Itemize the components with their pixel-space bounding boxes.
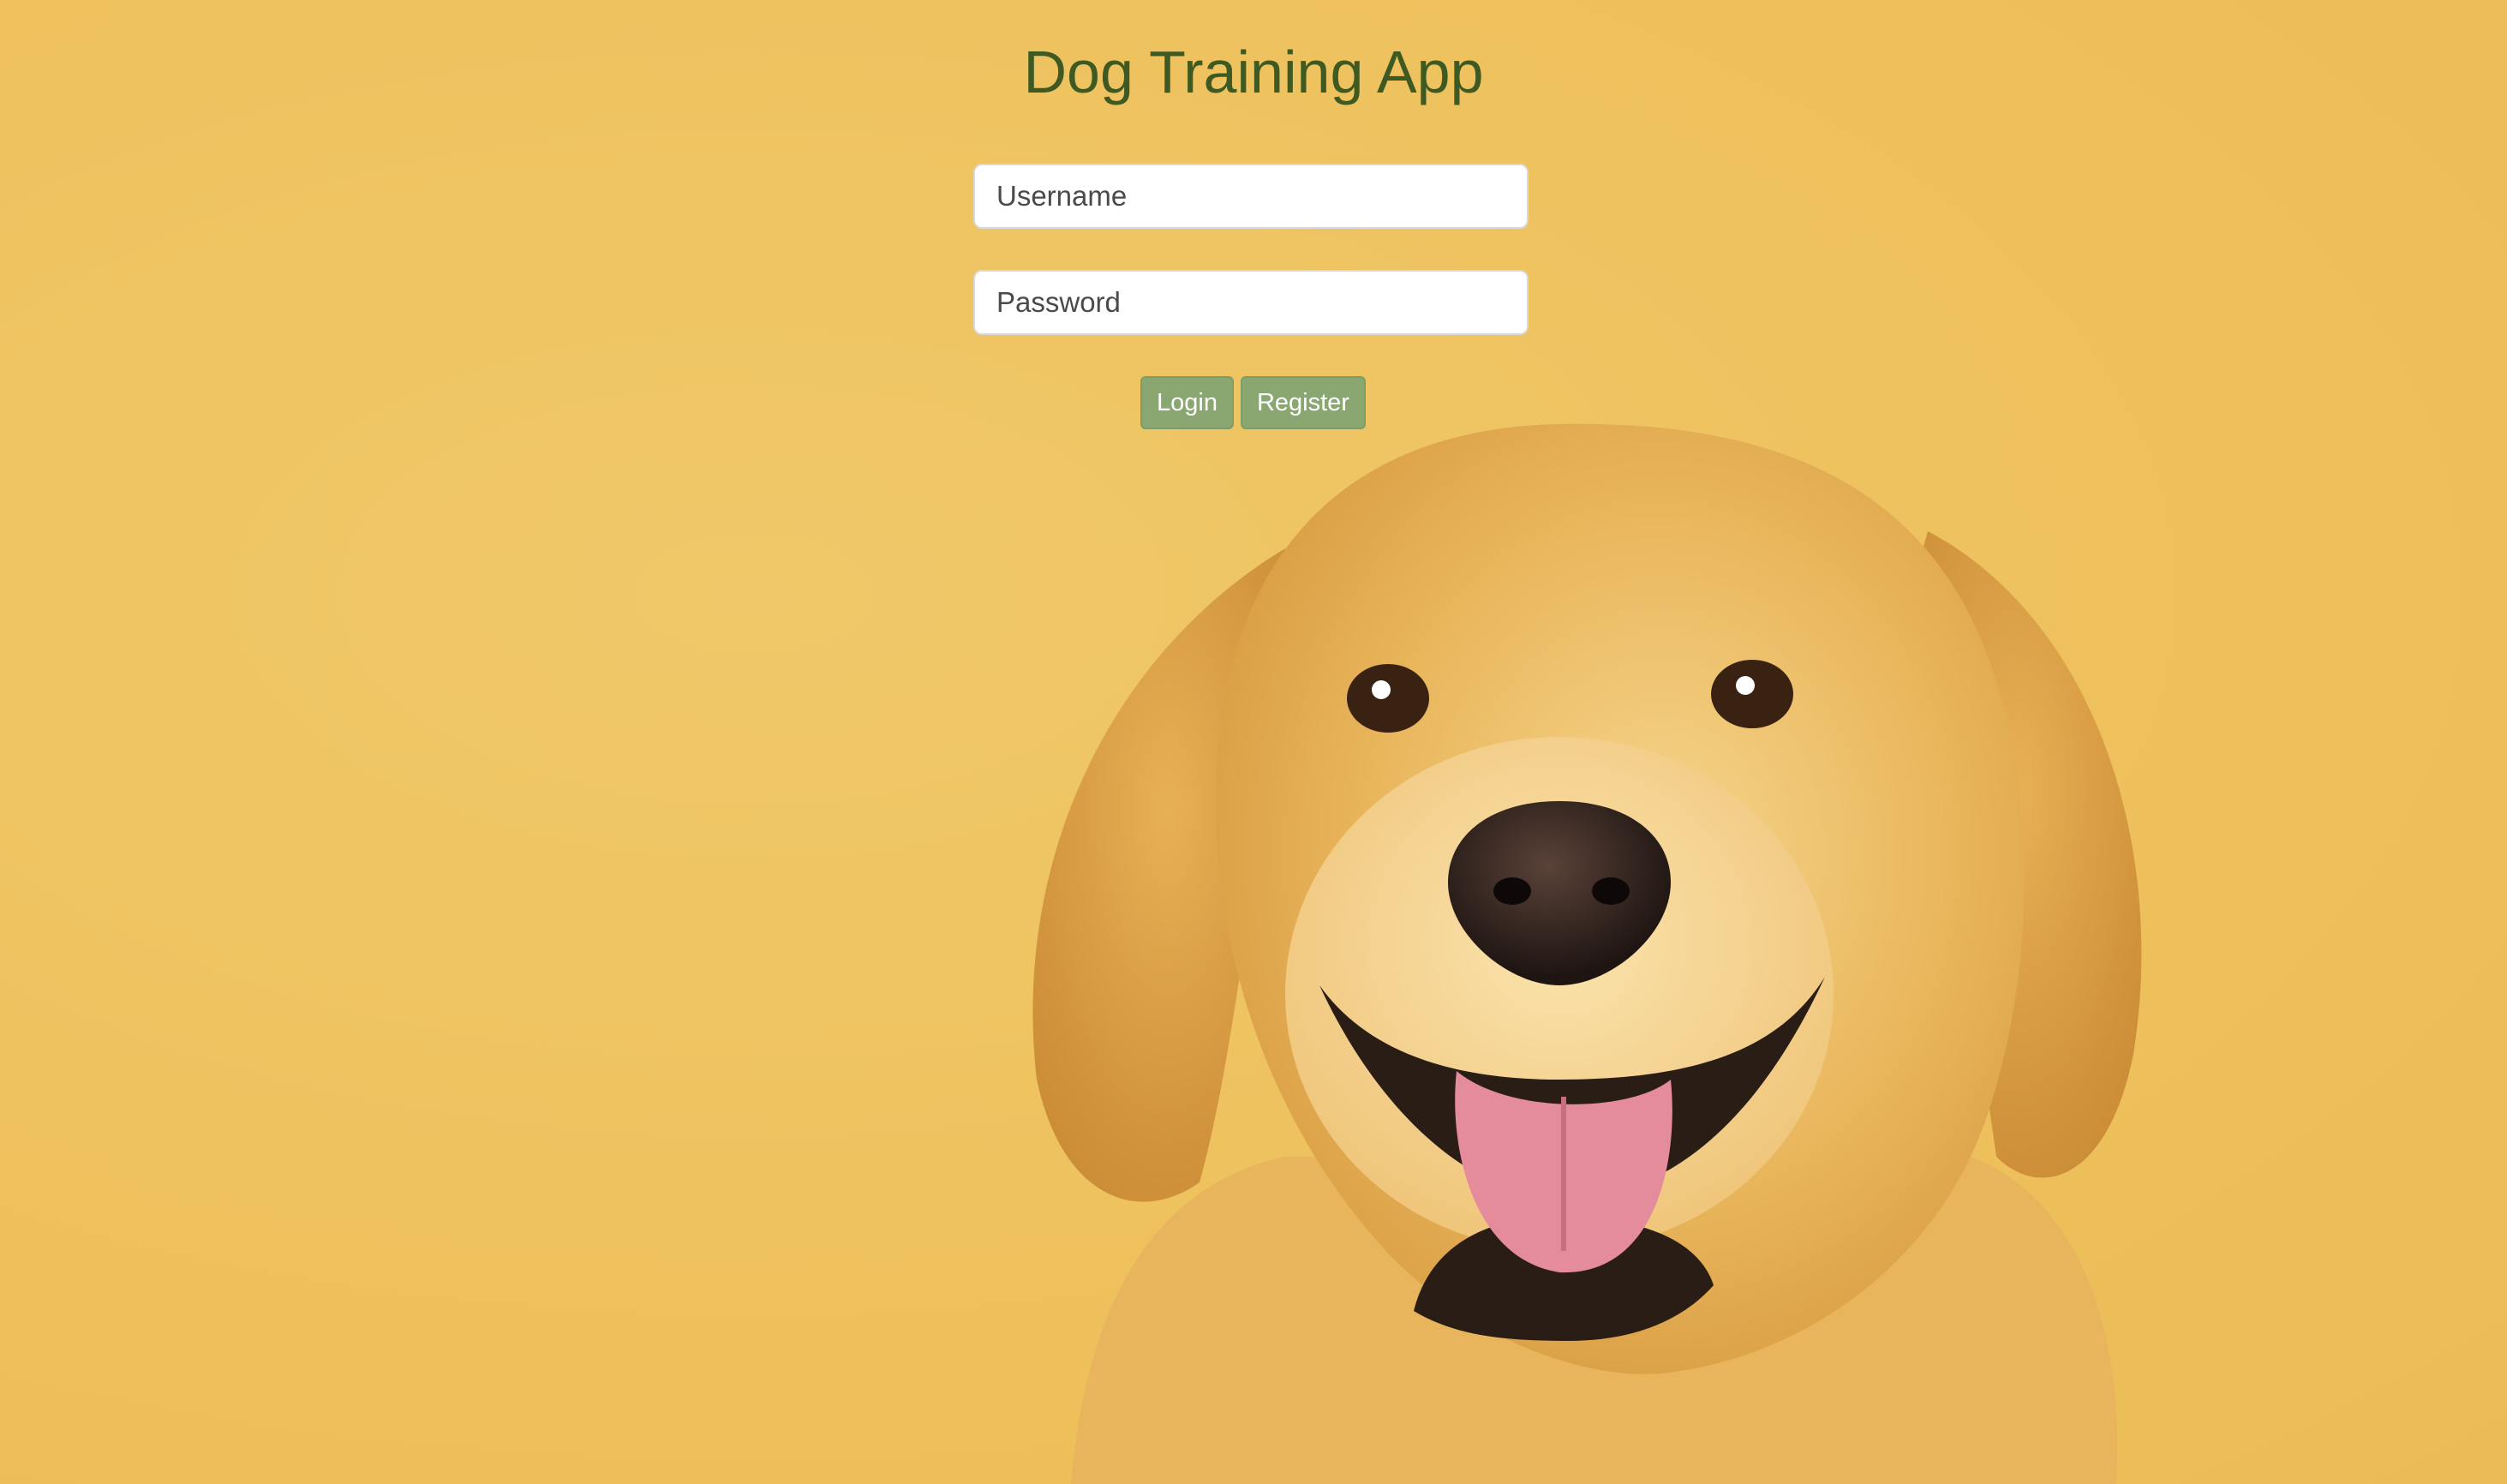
auth-buttons: Login Register [1140, 376, 1366, 429]
login-button[interactable]: Login [1140, 376, 1234, 429]
username-input[interactable] [973, 164, 1529, 229]
register-button[interactable]: Register [1240, 376, 1366, 429]
password-input[interactable] [973, 270, 1529, 335]
app-title: Dog Training App [1023, 39, 1484, 105]
